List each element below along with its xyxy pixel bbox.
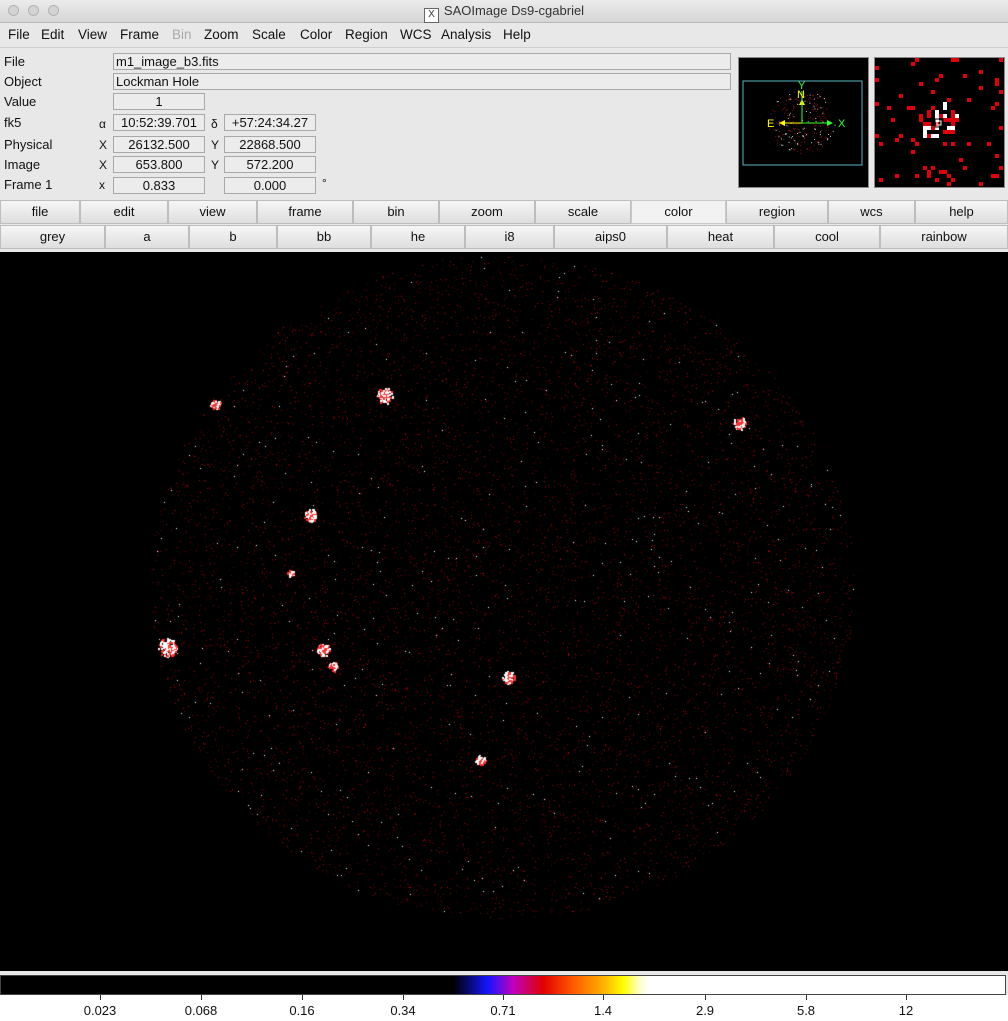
btn-view[interactable]: view (168, 200, 257, 224)
fk5-label: fk5 (4, 115, 22, 130)
physical-y-symbol: Y (211, 138, 220, 152)
panner[interactable]: N E X Y (738, 57, 869, 188)
physical-y-field: 22868.500 (224, 136, 316, 153)
colorbar-tick (403, 995, 404, 1000)
colorbar-tick-label: 2.9 (695, 1003, 715, 1018)
colormap-bar: grey a b bb he i8 aips0 heat cool rainbo… (0, 225, 1008, 249)
physical-x-symbol: X (99, 138, 108, 152)
value-field: 1 (113, 93, 205, 110)
zoom-field: 0.833 (113, 177, 205, 194)
colorbar-tick (603, 995, 604, 1000)
menu-help[interactable]: Help (503, 27, 531, 42)
colorbar-tick-label: 0.023 (83, 1003, 117, 1018)
physical-label: Physical (4, 137, 53, 152)
btn-zoom[interactable]: zoom (439, 200, 535, 224)
image-x-symbol: X (99, 158, 108, 172)
btn-bin[interactable]: bin (353, 200, 439, 224)
cmap-heat[interactable]: heat (667, 225, 774, 249)
object-field: Lockman Hole (113, 73, 731, 90)
menu-file[interactable]: File (8, 27, 30, 42)
title-bar: X SAOImage Ds9-cgabriel (0, 0, 1008, 23)
menu-color[interactable]: Color (300, 27, 332, 42)
colorbar-tick-label: 12 (898, 1003, 914, 1018)
axis-y-label: Y (798, 80, 806, 92)
image-display[interactable] (0, 252, 1008, 971)
image-y-symbol: Y (211, 158, 220, 172)
btn-color[interactable]: color (631, 200, 726, 224)
ra-field: 10:52:39.701 (113, 114, 205, 131)
colorbar-tick-label: 1.4 (593, 1003, 613, 1018)
menu-frame[interactable]: Frame (120, 27, 159, 42)
dec-field: +57:24:34.27 (224, 114, 316, 131)
colorbar-tick (705, 995, 706, 1000)
cmap-b[interactable]: b (189, 225, 277, 249)
button-bar: file edit view frame bin zoom scale colo… (0, 200, 1008, 224)
cmap-a[interactable]: a (105, 225, 189, 249)
btn-wcs[interactable]: wcs (828, 200, 915, 224)
menu-bar: File Edit View Frame Bin Zoom Scale Colo… (0, 23, 1008, 48)
cmap-grey[interactable]: grey (0, 225, 105, 249)
alpha-symbol: α (99, 117, 106, 131)
colorbar-tick (806, 995, 807, 1000)
axis-x-arrow (827, 120, 833, 126)
physical-x-field: 26132.500 (113, 136, 205, 153)
magnifier-canvas (875, 58, 1003, 186)
cmap-i8[interactable]: i8 (465, 225, 554, 249)
image-y-field: 572.200 (224, 156, 316, 173)
magnifier-pixels (875, 58, 1003, 186)
colorbar-tick-label: 0.16 (289, 1003, 315, 1018)
menu-view[interactable]: View (78, 27, 107, 42)
cmap-bb[interactable]: bb (277, 225, 371, 249)
cmap-rainbow[interactable]: rainbow (880, 225, 1008, 249)
btn-scale[interactable]: scale (535, 200, 631, 224)
colorbar-tick-label: 0.068 (184, 1003, 218, 1018)
menu-wcs[interactable]: WCS (400, 27, 432, 42)
colorbar-tick-label: 0.34 (390, 1003, 416, 1018)
cmap-aips0[interactable]: aips0 (554, 225, 667, 249)
btn-help[interactable]: help (915, 200, 1008, 224)
menu-analysis[interactable]: Analysis (441, 27, 491, 42)
colorbar-tick (201, 995, 202, 1000)
menu-scale[interactable]: Scale (252, 27, 286, 42)
colorbar-tick (302, 995, 303, 1000)
panner-canvas: N E X Y (742, 80, 863, 166)
colorbar-ticks: 0.023 0.068 0.16 0.34 0.71 1.4 2.9 5.8 1… (0, 995, 1008, 1021)
menu-region[interactable]: Region (345, 27, 388, 42)
angle-field: 0.000 (224, 177, 316, 194)
btn-edit[interactable]: edit (80, 200, 168, 224)
frame-x-symbol: x (99, 178, 105, 192)
cmap-cool[interactable]: cool (774, 225, 880, 249)
axis-x-label: X (838, 118, 846, 130)
menu-bin: Bin (172, 27, 192, 42)
btn-region[interactable]: region (726, 200, 828, 224)
file-label: File (4, 54, 25, 69)
frame-label: Frame 1 (4, 177, 53, 192)
colorbar-tick (503, 995, 504, 1000)
colorbar-tick (100, 995, 101, 1000)
cmap-he[interactable]: he (371, 225, 465, 249)
menu-edit[interactable]: Edit (41, 27, 64, 42)
window-title: SAOImage Ds9-cgabriel (443, 3, 585, 18)
compass-east-label: E (767, 118, 774, 130)
object-label: Object (4, 74, 42, 89)
x11-icon: X (423, 8, 439, 23)
colorbar[interactable] (0, 975, 1006, 995)
menu-zoom[interactable]: Zoom (204, 27, 239, 42)
window-title-group: X SAOImage Ds9-cgabriel (0, 3, 1008, 23)
colorbar-tick (906, 995, 907, 1000)
colorbar-tick-label: 0.71 (490, 1003, 516, 1018)
file-field: m1_image_b3.fits (113, 53, 731, 70)
magnifier (874, 57, 1005, 188)
value-label: Value (4, 94, 37, 109)
btn-frame[interactable]: frame (257, 200, 353, 224)
colorbar-tick-label: 5.8 (796, 1003, 816, 1018)
image-x-field: 653.800 (113, 156, 205, 173)
degree-symbol: ° (322, 176, 327, 190)
delta-symbol: δ (211, 117, 218, 131)
image-canvas[interactable] (0, 252, 1008, 971)
image-label: Image (4, 157, 41, 172)
btn-file[interactable]: file (0, 200, 80, 224)
